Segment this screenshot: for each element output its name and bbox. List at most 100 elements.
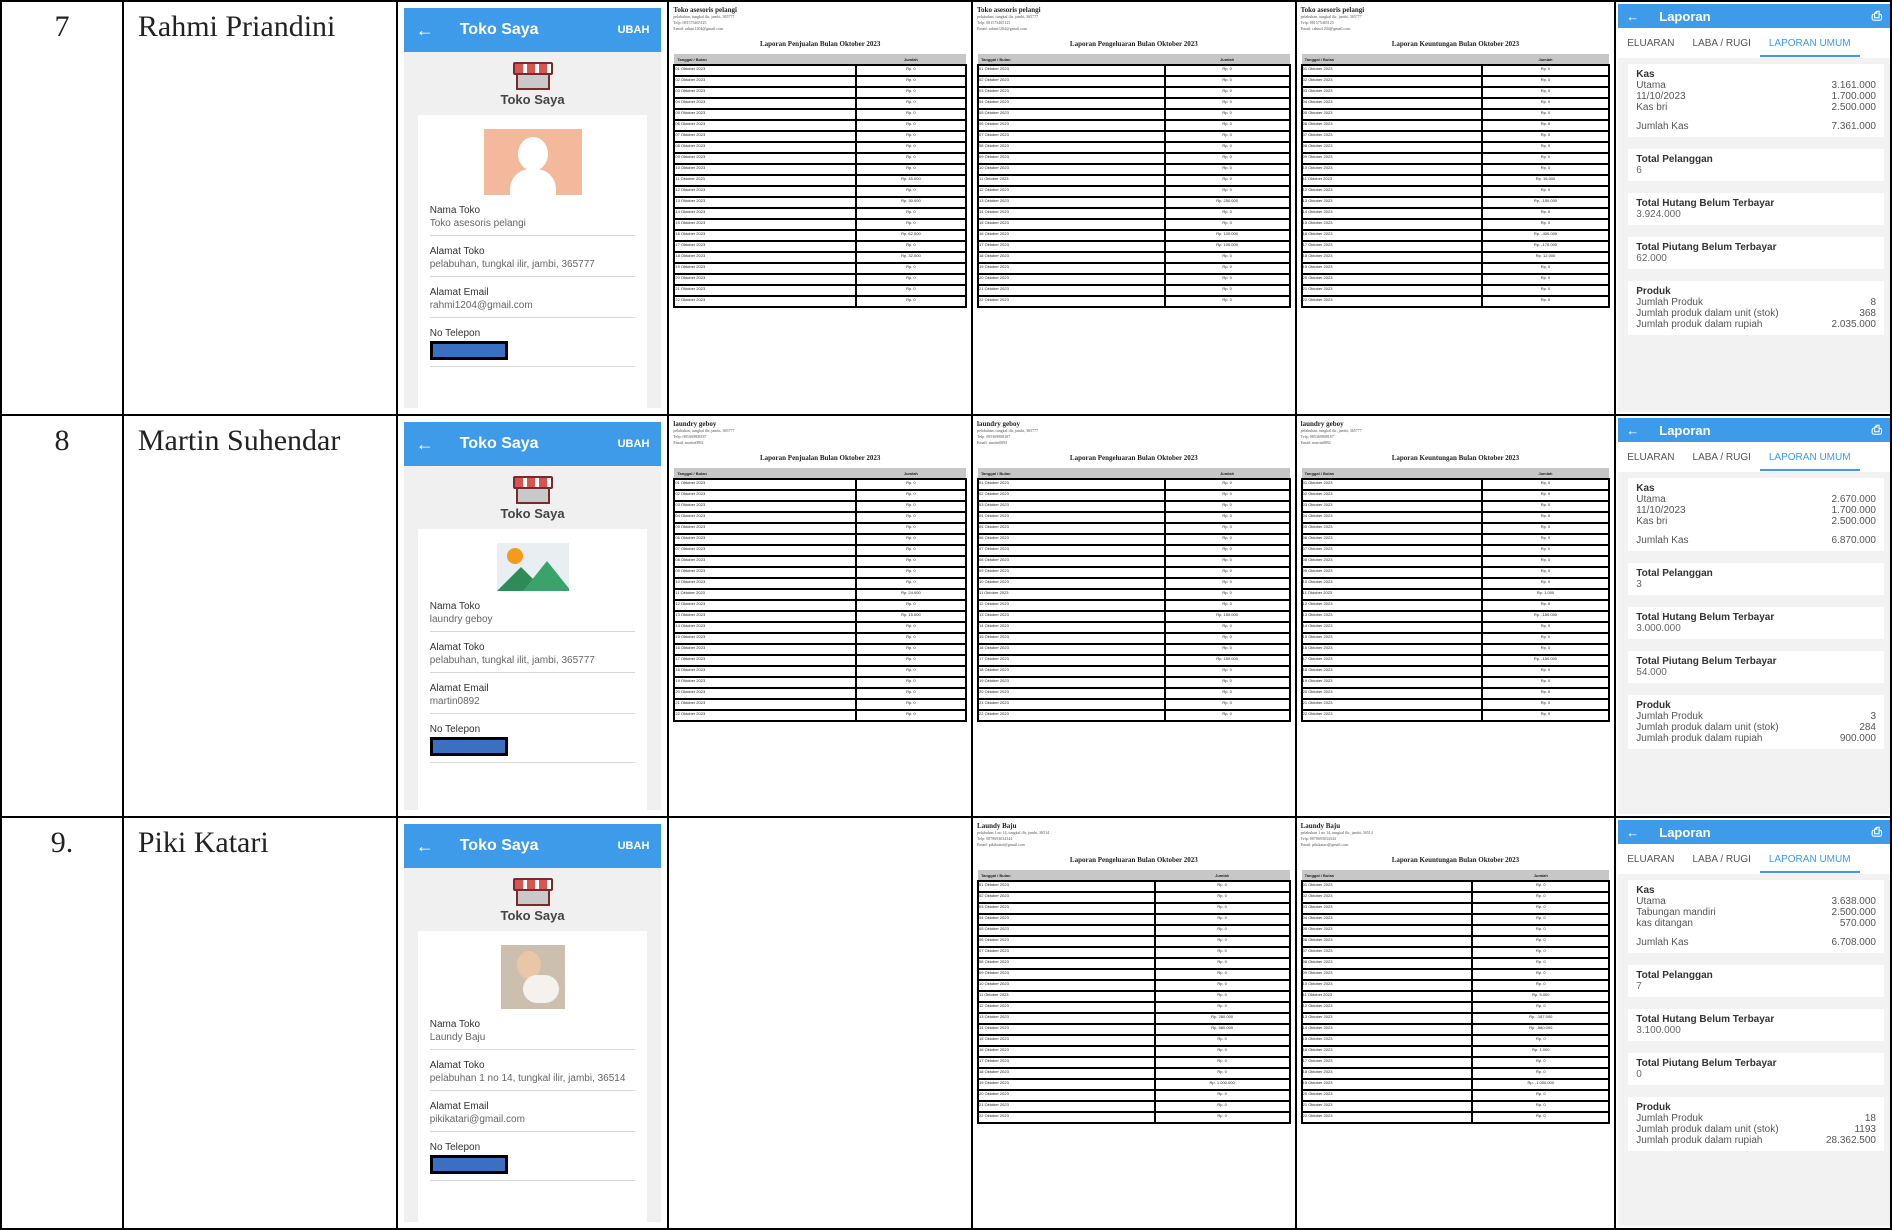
tab-0[interactable]: ELUARAN — [1618, 38, 1683, 49]
report-date: 11 Oktober 2023 — [1300, 990, 1474, 1003]
report-row: 05 Oktober 2023 Rp. 0 — [673, 108, 968, 121]
report-date: 05 Oktober 2023 — [673, 108, 857, 121]
report-header-cell: Jumlah — [1472, 870, 1610, 881]
report-date: 12 Oktober 2023 — [1300, 185, 1483, 198]
report-amount: Rp. 0 — [1163, 152, 1291, 165]
app-bar: ← Laporan ⎙ — [1618, 820, 1890, 844]
report-row: 10 Oktober 2023 Rp. 0 — [1300, 979, 1611, 992]
arrow-left-icon[interactable]: ← — [416, 20, 434, 41]
report-amount: Rp. 0 — [1163, 665, 1291, 678]
report-header-cell: Jumlah — [1154, 870, 1290, 881]
jumlah-kas-value: 7.361.000 — [1831, 121, 1877, 132]
report-date: 21 Oktober 2023 — [977, 284, 1166, 297]
arrow-left-icon[interactable]: ← — [416, 836, 434, 857]
edit-button[interactable]: UBAH — [618, 438, 650, 450]
report-row: 19 Oktober 2023 Rp. 0 — [673, 262, 968, 275]
arrow-left-icon[interactable]: ← — [1626, 423, 1639, 438]
customers-card: Total Pelanggan 3 — [1628, 563, 1884, 595]
report-shop-name: Toko asesoris pelangi — [977, 6, 1041, 14]
report-date: 02 Oktober 2023 — [1300, 489, 1483, 502]
report-date: 04 Oktober 2023 — [977, 913, 1156, 926]
report-amount: Rp. 0 — [854, 577, 968, 590]
report-amount: Rp. 5.000 — [1471, 990, 1611, 1003]
kas-label: Kas — [1636, 885, 1655, 896]
report-amount: Rp. 0 — [1163, 566, 1291, 579]
report-amount: Rp. 0 — [1153, 1056, 1291, 1069]
debt-card-value: 3.924.000 — [1636, 209, 1681, 220]
tab-0[interactable]: ELUARAN — [1618, 452, 1683, 463]
tab-2[interactable]: LAPORAN UMUM — [1759, 854, 1860, 873]
debt-card: Total Hutang Belum Terbayar 3.924.000 — [1628, 193, 1884, 225]
report-date: 06 Oktober 2023 — [977, 119, 1166, 132]
report-meta: Email: rahmi1204@gmail.com — [673, 26, 724, 31]
report-amount: Rp. 0 — [1163, 119, 1291, 132]
report-date: 08 Oktober 2023 — [977, 957, 1156, 970]
report-row: 14 Oktober 2023 Rp. 0 — [673, 621, 968, 634]
report-date: 07 Oktober 2023 — [673, 130, 857, 143]
report-row: 13 Oktober 2023 Rp. 150.000 — [977, 610, 1291, 623]
kas-value: 3.161.000 — [1831, 80, 1877, 91]
report-date: 21 Oktober 2023 — [1300, 698, 1483, 711]
app-bar-title: Laporan — [1659, 8, 1711, 24]
report-amount: Rp. 0 — [1153, 1100, 1291, 1113]
product-value: 28.362.500 — [1825, 1135, 1876, 1146]
report-date: 17 Oktober 2023 — [977, 654, 1166, 667]
arrow-left-icon[interactable]: ← — [416, 434, 434, 455]
report-header-cell: Jumlah — [1481, 468, 1610, 479]
report-date: 20 Oktober 2023 — [673, 273, 857, 286]
printer-icon[interactable]: ⎙ — [1872, 824, 1882, 840]
info-field: Nama Toko Toko asesoris pelangi — [429, 205, 636, 236]
report-date: 06 Oktober 2023 — [1300, 533, 1483, 546]
report-date: 08 Oktober 2023 — [673, 141, 857, 154]
report-date: 04 Oktober 2023 — [977, 511, 1166, 524]
printer-icon[interactable]: ⎙ — [1872, 8, 1882, 24]
report-amount: Rp. 0 — [1163, 64, 1291, 77]
edit-button[interactable]: UBAH — [618, 24, 650, 36]
arrow-left-icon[interactable]: ← — [1626, 825, 1639, 840]
kas-value: 1.700.000 — [1831, 505, 1877, 516]
tab-1[interactable]: LABA / RUGI — [1684, 854, 1760, 865]
report-amount: Rp. 0 — [854, 130, 968, 143]
report-amount: Rp. 0 — [854, 108, 968, 121]
tab-0[interactable]: ELUARAN — [1618, 854, 1683, 865]
person-name: Rahmi Priandini — [121, 0, 398, 416]
report-row: 15 Oktober 2023 Rp. 0 — [977, 632, 1291, 645]
report-header-cell: Tanggal / Bulan — [1301, 468, 1482, 479]
tab-2[interactable]: LAPORAN UMUM — [1759, 452, 1860, 471]
report-row: 06 Oktober 2023 Rp. 0 — [977, 533, 1291, 546]
tab-1[interactable]: LABA / RUGI — [1684, 452, 1760, 463]
edit-button[interactable]: UBAH — [618, 840, 650, 852]
report-row: 02 Oktober 2023 Rp. 0 — [1300, 891, 1611, 904]
report-date: 22 Oktober 2023 — [977, 709, 1166, 722]
report-row: 21 Oktober 2023 Rp. 0 — [977, 284, 1291, 297]
report-row: 20 Oktober 2023 Rp. 0 — [977, 687, 1291, 700]
report-date: 19 Oktober 2023 — [1300, 1078, 1474, 1091]
profit-report-cell: Toko asesoris pelangi pelabuhan, tungkal … — [1294, 0, 1617, 416]
info-field: Alamat Email pikikatari@gmail.com — [429, 1101, 636, 1132]
report-amount: Rp. 0 — [854, 599, 968, 612]
jumlah-kas-label: Jumlah Kas — [1636, 535, 1689, 546]
arrow-left-icon[interactable]: ← — [1626, 9, 1639, 24]
report-row: 04 Oktober 2023 Rp. 0 — [1300, 511, 1611, 524]
info-field: Alamat Toko pelabuhan 1 no 14, tungkal il… — [429, 1060, 636, 1091]
report-amount: Rp. 30.000 — [854, 196, 968, 209]
report-date: 17 Oktober 2023 — [1300, 240, 1483, 253]
receivable-card-value: 62.000 — [1636, 253, 1667, 264]
report-amount: Rp. 0 — [1471, 935, 1611, 948]
report-date: 12 Oktober 2023 — [1300, 599, 1483, 612]
profit-report-cell: laundry geboy pelabuhan, tungkal ilir, ja… — [1294, 414, 1617, 818]
tab-1[interactable]: LABA / RUGI — [1684, 38, 1760, 49]
printer-icon[interactable]: ⎙ — [1872, 422, 1882, 438]
report-date: 01 Oktober 2023 — [673, 478, 857, 491]
report-amount: Rp. 0 — [854, 698, 968, 711]
report-amount: Rp. 32.000 — [854, 251, 968, 264]
tab-2[interactable]: LAPORAN UMUM — [1759, 38, 1860, 57]
jumlah-kas-row: Jumlah Kas 7.361.000 — [1636, 121, 1876, 132]
report-header-cell: Jumlah — [855, 468, 967, 479]
report-date: 08 Oktober 2023 — [977, 555, 1166, 568]
report-row: 09 Oktober 2023 Rp. 0 — [673, 566, 968, 579]
report-row: 08 Oktober 2023 Rp. 0 — [1300, 141, 1611, 154]
report-amount: Rp. -580.000 — [1471, 1023, 1611, 1036]
report-amount: Rp. 0 — [854, 163, 968, 176]
report-amount: Rp. 0 — [854, 273, 968, 286]
